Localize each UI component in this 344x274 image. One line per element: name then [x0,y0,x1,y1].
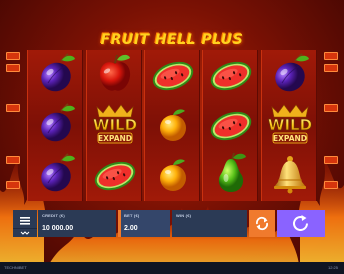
game-title: FRUIT HELL PLUS [100,32,244,48]
reel-1 [27,50,83,201]
plum-icon [262,50,318,100]
svg-text:WILD: WILD [268,116,312,134]
watermelon-icon [203,50,259,100]
payline-marker-right [324,52,338,60]
watermelon-icon [145,50,201,100]
menu-icon [13,217,37,235]
payline-marker-left [6,64,20,72]
svg-text:EXPAND: EXPAND [273,134,307,143]
payline-marker-right [324,64,338,72]
plum-icon [28,100,84,150]
wild-expand-icon: WILD EXPAND [262,100,318,150]
spin-icon [293,215,308,231]
orange-icon [145,150,201,200]
win-label: WIN (€) [176,213,192,218]
bet-accent [118,210,121,237]
pear-icon [203,150,259,200]
bet-label: BET (€) [124,213,140,218]
win-panel: WIN (€) [172,210,247,237]
autoplay-icon [255,216,269,231]
payline-marker-left [6,52,20,60]
watermelon-icon [87,150,143,200]
svg-text:EXPAND: EXPAND [98,134,132,143]
reel-3 [144,50,200,201]
bet-panel[interactable]: BET (€) 2.00 [118,210,170,237]
game-scene: FRUIT HELL PLUS WILD EXPAND WILD EXPAND [0,0,344,274]
reel-5: WILD EXPAND [261,50,317,201]
payline-marker-right [324,181,338,189]
payline-marker-left [6,156,20,164]
clock: 12:25 [328,265,339,270]
payline-marker-left [6,181,20,189]
credit-value: 10 000.00 [42,225,74,232]
plum-icon [28,50,84,100]
payline-marker-right [324,156,338,164]
reels-grid: WILD EXPAND WILD EXPAND [27,50,317,201]
watermelon-icon [203,100,259,150]
svg-text:WILD: WILD [93,116,137,134]
menu-button[interactable] [13,210,37,237]
orange-icon [145,100,201,150]
credit-label: CREDIT (€) [42,213,65,218]
credit-panel: CREDIT (€) 10 000.00 [38,210,116,237]
footer-bar: TECHNIBET 12:25 [0,262,344,274]
apple-icon [87,50,143,100]
reel-4 [202,50,258,201]
spin-button[interactable] [277,210,325,237]
bet-value: 2.00 [124,225,138,232]
brand-label: TECHNIBET [4,265,27,270]
autoplay-button[interactable] [249,210,275,237]
bell-icon [262,150,318,200]
payline-marker-right [324,104,338,112]
wild-expand-icon: WILD EXPAND [87,100,143,150]
plum-icon [28,150,84,200]
reel-2: WILD EXPAND [86,50,142,201]
payline-marker-left [6,104,20,112]
